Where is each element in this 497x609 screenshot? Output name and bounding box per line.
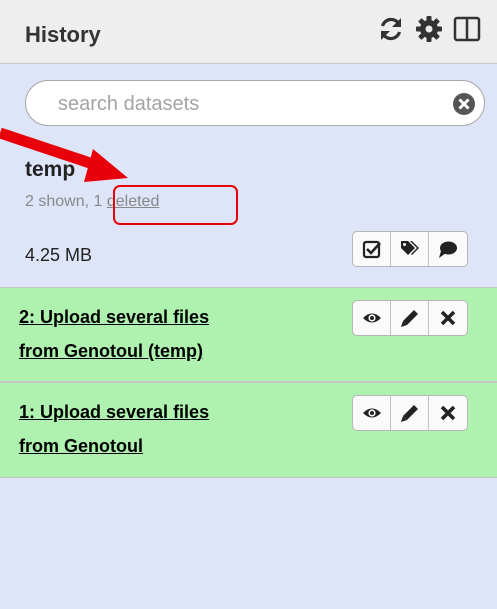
- edit-tags-button[interactable]: [391, 232, 429, 266]
- deleted-count: 1: [93, 193, 103, 210]
- history-action-buttons: [352, 231, 468, 267]
- dataset-title[interactable]: 2: Upload several files from Genotoul (t…: [19, 300, 319, 368]
- gear-icon[interactable]: [415, 15, 443, 43]
- history-title: History: [25, 22, 101, 47]
- dataset-title-line2[interactable]: from Genotoul (temp): [19, 341, 203, 361]
- dataset-title-line1[interactable]: 2: Upload several files: [19, 307, 209, 327]
- history-panel: History search datasets temp 2 shown, 1 …: [0, 0, 497, 609]
- delete-icon: [440, 405, 456, 421]
- edit-dataset-button[interactable]: [391, 301, 429, 335]
- checkbox-icon: [362, 240, 381, 259]
- dataset-item[interactable]: 2: Upload several files from Genotoul (t…: [0, 287, 497, 382]
- history-size: 4.25 MB: [25, 245, 93, 265]
- dataset-title-line2[interactable]: from Genotoul: [19, 436, 143, 456]
- shown-count-text: 2 shown,: [25, 193, 94, 210]
- edit-annotation-button[interactable]: [429, 232, 467, 266]
- dataset-title-line1[interactable]: 1: Upload several files: [19, 402, 209, 422]
- delete-icon: [440, 310, 456, 326]
- edit-dataset-button[interactable]: [391, 396, 429, 430]
- view-dataset-button[interactable]: [353, 301, 391, 335]
- history-header: History: [0, 0, 497, 64]
- eye-icon: [362, 408, 381, 418]
- annotation-arrow: [0, 127, 128, 182]
- columns-icon[interactable]: [453, 15, 481, 43]
- delete-dataset-button[interactable]: [429, 396, 467, 430]
- annotation-highlight-box: [113, 185, 238, 225]
- select-datasets-button[interactable]: [353, 232, 391, 266]
- clear-search-icon[interactable]: [452, 92, 476, 116]
- comment-icon: [439, 241, 457, 258]
- refresh-icon[interactable]: [377, 15, 405, 43]
- dataset-action-buttons: [352, 300, 468, 336]
- delete-dataset-button[interactable]: [429, 301, 467, 335]
- eye-icon: [362, 313, 381, 323]
- header-icon-group: [377, 15, 481, 43]
- pencil-icon: [400, 310, 418, 327]
- view-dataset-button[interactable]: [353, 396, 391, 430]
- pencil-icon: [400, 405, 418, 422]
- dataset-action-buttons: [352, 395, 468, 431]
- dataset-title[interactable]: 1: Upload several files from Genotoul: [19, 395, 319, 463]
- tags-icon: [400, 241, 419, 255]
- dataset-item[interactable]: 1: Upload several files from Genotoul: [0, 382, 497, 478]
